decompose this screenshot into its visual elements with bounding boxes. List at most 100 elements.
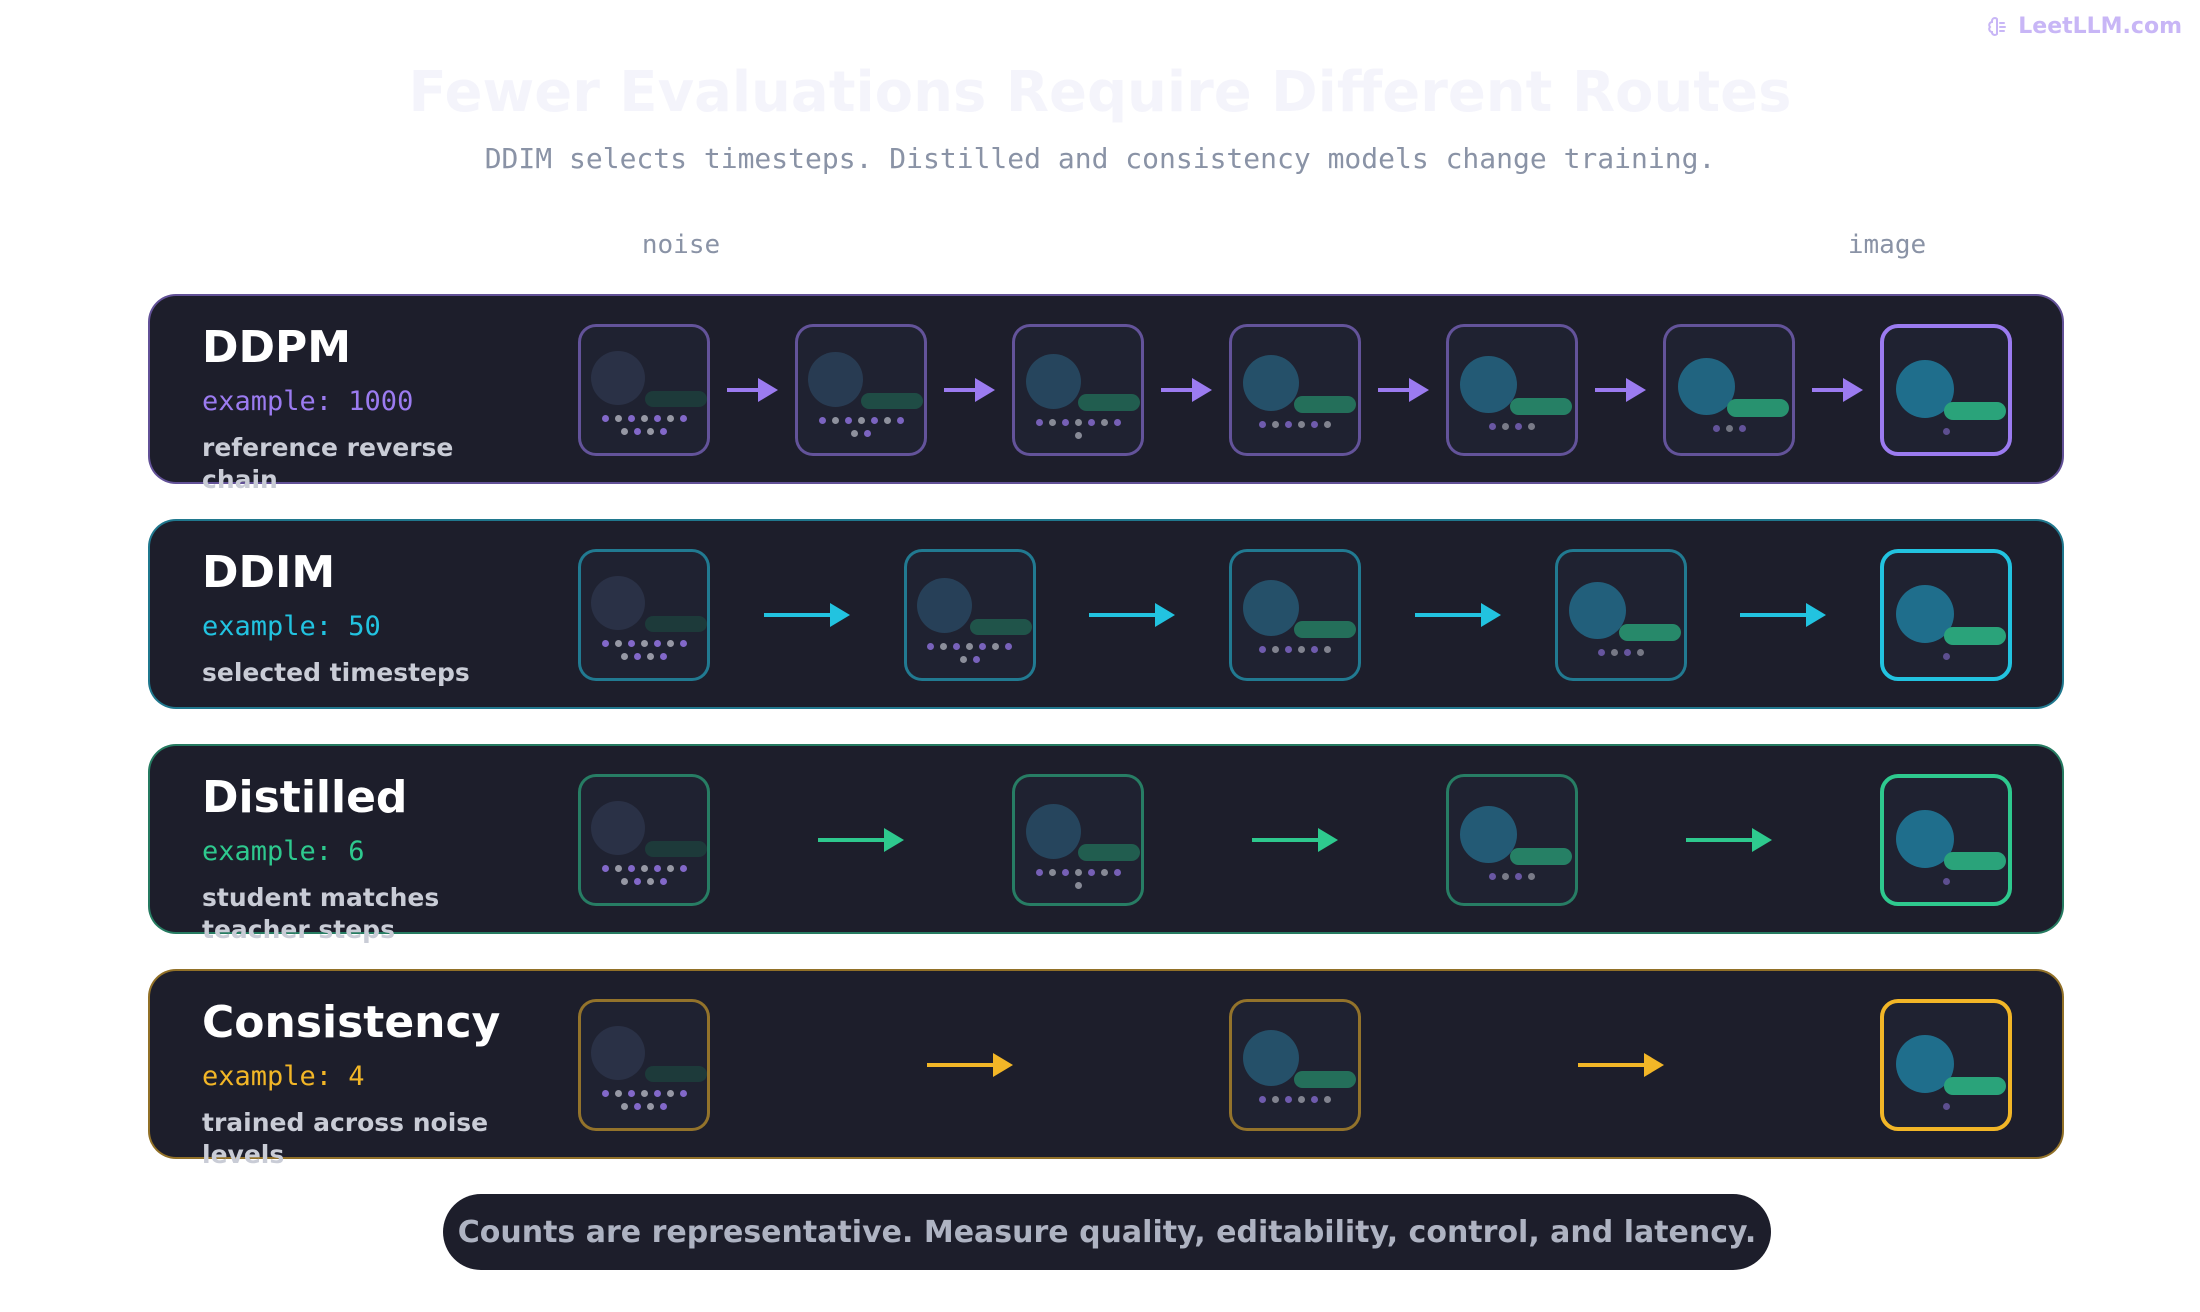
noise-dot [647,653,654,660]
image-detail-bar [969,618,1032,635]
axis-end-label: image [1847,230,1927,260]
image-detail-bar [1294,621,1356,638]
noise-dots [1232,421,1358,428]
noise-dots [1666,425,1792,432]
denoise-step-tile [1229,999,1361,1131]
route-name: DDPM [202,322,352,373]
image-detail-bar [1294,396,1356,413]
axis-start-label: noise [641,230,721,260]
image-detail-bar [645,1066,707,1082]
denoise-step-tile [1229,549,1361,681]
noise-dot [1061,419,1069,426]
noise-dot [1100,869,1108,876]
denoise-step-tile [1446,774,1578,906]
noise-dot [601,865,609,872]
image-detail-bar [1077,394,1140,411]
noise-dot [1738,425,1746,432]
arrow-right-icon [1161,378,1212,402]
noise-dot [1515,423,1522,430]
noise-dot [1285,421,1292,428]
noise-dot [1035,869,1043,876]
noise-dots [1015,869,1141,889]
image-detail-bar [1944,1077,2006,1095]
noise-dot [1324,646,1331,653]
image-subject-shape [1243,580,1299,636]
noise-dots [581,415,707,435]
route-example-count: example: 4 [202,1061,365,1092]
arrow-right-icon [1595,378,1646,402]
noise-dot [614,415,622,422]
arrow-right-icon [1252,828,1338,852]
noise-dots [1232,646,1358,653]
noise-dot [1502,873,1509,880]
noise-dot [660,1103,667,1110]
noise-dot [1942,878,1950,885]
route-row-consistency: Consistency example: 4 trained across nois… [148,969,2064,1169]
noise-dots [581,640,707,660]
noise-dot [660,428,667,435]
noise-dots [907,643,1033,663]
image-subject-shape [1569,582,1626,639]
noise-dot [1712,425,1720,432]
noise-dot [614,865,622,872]
noise-dot [1311,646,1318,653]
noise-dots [1449,423,1575,430]
image-detail-bar [1294,1071,1356,1088]
noise-dot [601,640,609,647]
brand-label: LeetLLM.com [2018,14,2182,39]
noise-dot [870,417,878,424]
noise-dot [1515,873,1522,880]
noise-dot [1061,869,1069,876]
noise-dot [660,878,667,885]
final-image-tile [1880,324,2012,456]
noise-dot [1100,419,1108,426]
image-detail-bar [861,392,924,409]
denoise-step-tile [578,549,710,681]
arrow-right-icon [1089,603,1176,627]
route-example-count: example: 1000 [202,386,414,417]
noise-dots [581,865,707,885]
route-description: trained across noise levels [202,1108,489,1169]
denoise-step-tile [578,774,710,906]
denoise-step-tile [578,999,710,1131]
image-detail-bar [1618,623,1681,641]
route-example-count: example: 50 [202,611,381,642]
noise-dot [666,865,674,872]
arrow-right-icon [727,378,778,402]
noise-dot [1298,1096,1305,1103]
noise-dot [1942,1103,1950,1110]
noise-dots [581,1090,707,1110]
noise-dots [1015,419,1141,439]
noise-dots [1884,878,2008,885]
noise-dot [679,865,687,872]
noise-dot [1035,419,1043,426]
image-detail-bar [645,616,707,632]
noise-dot [1636,649,1644,656]
noise-dot [634,1103,641,1110]
noise-dot [627,865,635,872]
noise-dot [844,417,852,424]
noise-dot [1074,432,1082,439]
noise-dot [1324,1096,1331,1103]
noise-dot [1285,646,1292,653]
noise-dot [1074,882,1082,889]
route-row-ddpm: DDPM example: 1000 reference reverse chain [148,294,2064,494]
noise-dots [1558,649,1684,656]
noise-dot [1272,646,1279,653]
noise-dot [621,428,628,435]
image-detail-bar [1510,847,1573,865]
image-subject-shape [591,801,645,855]
noise-dot [647,428,654,435]
noise-dot [634,878,641,885]
brand-logo[interactable]: LeetLLM.com [1986,14,2182,39]
route-name: DDIM [202,547,336,598]
noise-dot [627,640,635,647]
noise-dot [1311,1096,1318,1103]
noise-dot [864,430,871,437]
arrow-right-icon [1812,378,1863,402]
noise-dots [1449,873,1575,880]
route-description: selected timesteps [202,658,470,687]
noise-dot [992,643,999,650]
image-detail-bar [1944,852,2006,870]
noise-dot [959,656,967,663]
